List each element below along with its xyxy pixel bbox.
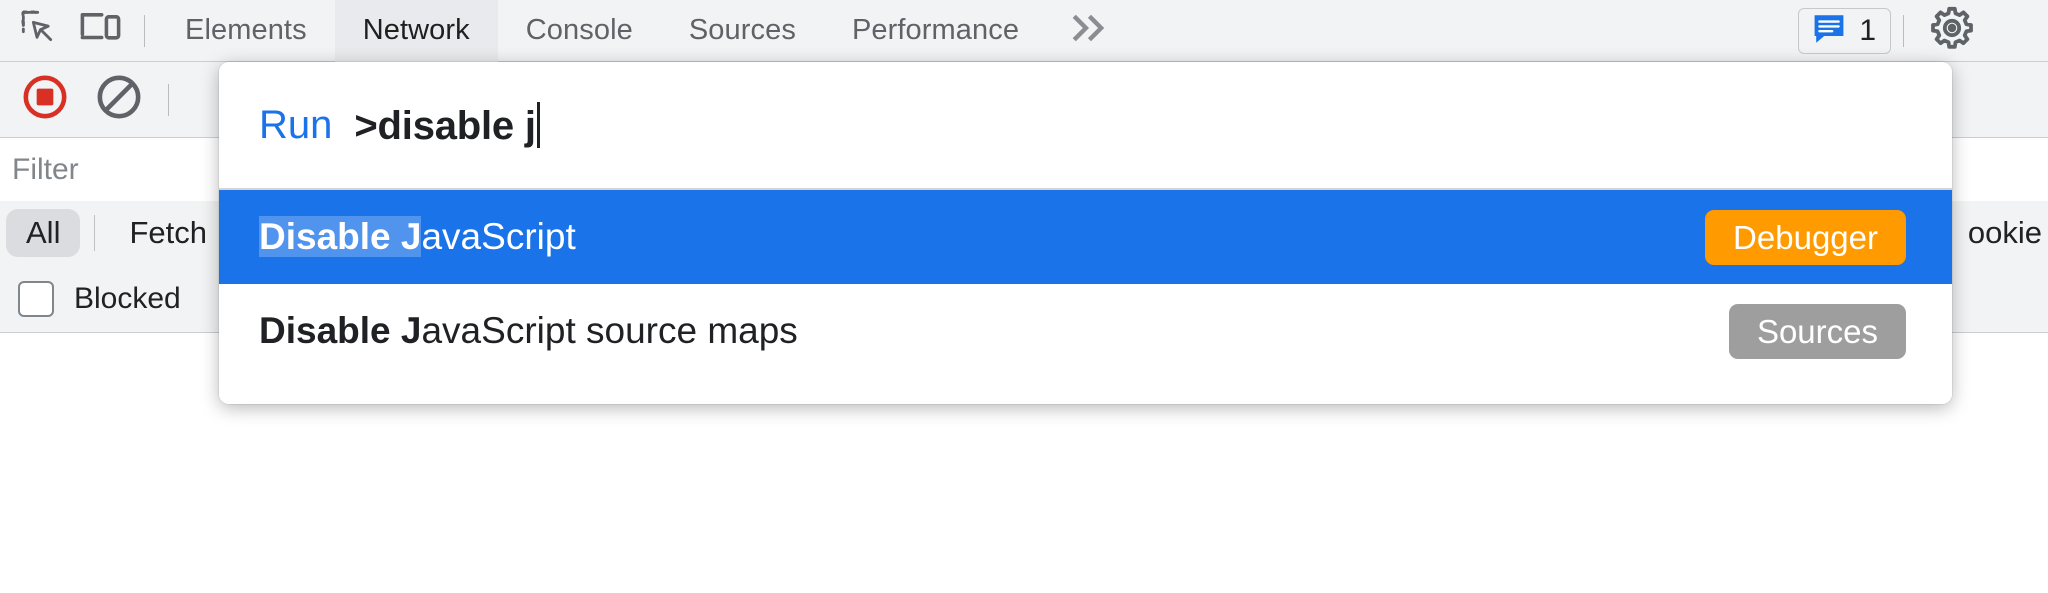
inspect-element-icon bbox=[19, 8, 59, 53]
type-filter-fetch[interactable]: Fetch bbox=[109, 209, 227, 257]
command-menu-query[interactable]: >disable j bbox=[354, 101, 540, 149]
more-tabs-button[interactable] bbox=[1047, 11, 1135, 50]
console-message-count: 1 bbox=[1859, 13, 1876, 47]
device-toolbar-icon bbox=[79, 8, 123, 53]
device-toolbar-button[interactable] bbox=[70, 3, 132, 59]
blocked-requests-label: Blocked bbox=[74, 281, 181, 315]
panel-tabs: Elements Network Console Sources Perform… bbox=[157, 0, 1135, 62]
command-menu-query-text: >disable j bbox=[354, 103, 536, 148]
clear-network-log-icon bbox=[94, 72, 144, 127]
tab-console[interactable]: Console bbox=[498, 0, 661, 62]
command-menu-item-disable-javascript[interactable]: Disable JavaScript Debugger bbox=[219, 190, 1952, 284]
command-menu-item-label: Disable JavaScript bbox=[259, 216, 576, 258]
settings-button[interactable] bbox=[1916, 4, 1988, 57]
label-rest: avaScript source maps bbox=[421, 310, 798, 351]
command-menu-footer bbox=[219, 378, 1952, 404]
devtools-window: Elements Network Console Sources Perform… bbox=[0, 0, 2048, 593]
label-rest: avaScript bbox=[421, 216, 576, 257]
inspect-element-button[interactable] bbox=[8, 3, 70, 59]
blocked-requests-checkbox[interactable] bbox=[18, 280, 54, 317]
tab-performance[interactable]: Performance bbox=[824, 0, 1047, 62]
toolbar-divider bbox=[144, 14, 145, 47]
gear-icon bbox=[1928, 4, 1976, 57]
console-messages-button[interactable]: 1 bbox=[1798, 7, 1891, 54]
tab-elements[interactable]: Elements bbox=[157, 0, 335, 62]
text-caret bbox=[536, 101, 540, 148]
match-highlight: Disable J bbox=[259, 310, 422, 351]
type-filter-all[interactable]: All bbox=[6, 209, 81, 257]
command-menu-item-disable-javascript-source-maps[interactable]: Disable JavaScript source maps Sources bbox=[219, 284, 1952, 378]
command-menu-input-row[interactable]: Run >disable j bbox=[219, 62, 1952, 188]
record-button[interactable] bbox=[8, 63, 82, 137]
record-stop-icon bbox=[20, 72, 70, 127]
chevron-double-right-icon bbox=[1069, 11, 1113, 50]
tab-network[interactable]: Network bbox=[334, 0, 498, 62]
type-filter-divider bbox=[94, 215, 96, 251]
match-highlight: Disable J bbox=[259, 216, 422, 257]
clear-log-button[interactable] bbox=[82, 63, 156, 137]
type-filter-cookie-truncated[interactable]: ookie bbox=[1948, 209, 2048, 257]
console-message-icon bbox=[1811, 12, 1847, 49]
filter-input[interactable]: Filter bbox=[0, 153, 79, 187]
command-menu-item-label: Disable JavaScript source maps bbox=[259, 310, 798, 352]
command-menu-run-label: Run bbox=[259, 102, 333, 147]
tabbar-right-actions: 1 bbox=[1798, 0, 2048, 62]
command-menu-item-tag: Debugger bbox=[1705, 209, 1906, 265]
devtools-tabbar: Elements Network Console Sources Perform… bbox=[0, 0, 2048, 62]
command-menu: Run >disable j Disable JavaScript Debugg… bbox=[219, 62, 1952, 404]
tab-sources[interactable]: Sources bbox=[661, 0, 824, 62]
toolbar-divider-right bbox=[1903, 14, 1904, 47]
command-menu-item-tag: Sources bbox=[1728, 303, 1906, 359]
network-toolbar-divider bbox=[168, 83, 169, 116]
